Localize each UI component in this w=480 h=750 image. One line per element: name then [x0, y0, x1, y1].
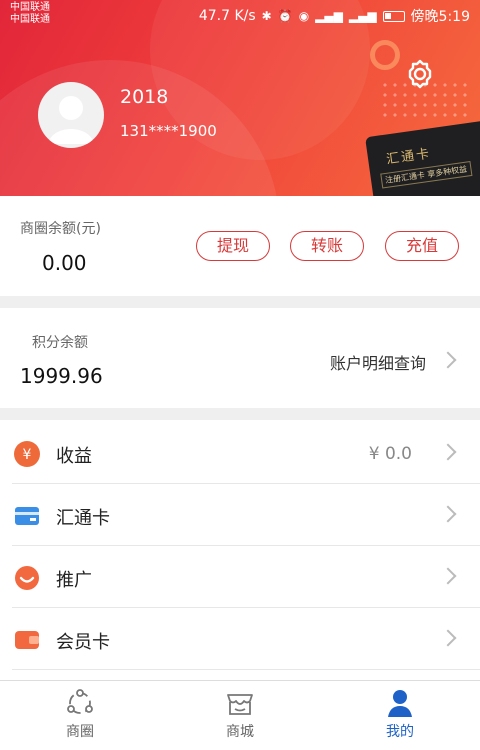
menu-item-label: 汇通卡: [56, 508, 110, 529]
status-bar: 中国联通 中国联通 47.7 K/s ✱ ⏰ ◉ ▂▄▆ ▂▄▆ 傍晚5:19: [0, 0, 480, 30]
avatar[interactable]: [38, 82, 104, 148]
points-label: 积分余额: [32, 335, 88, 351]
tab-business-circle[interactable]: 商圈: [0, 681, 160, 750]
tab-label: 我的: [386, 724, 414, 740]
balance-section: 商圈余额(元) 0.00 提现 转账 充值: [0, 196, 480, 296]
person-icon: [388, 690, 412, 717]
menu-item-promote[interactable]: 推广: [0, 546, 480, 608]
store-icon: [227, 694, 253, 715]
account-detail-link[interactable]: 账户明细查询: [330, 350, 426, 374]
menu-item-label: 会员卡: [56, 632, 110, 653]
signal-icon: ▂▄▆: [348, 9, 377, 23]
menu-item-label: 收益: [56, 446, 92, 467]
bluetooth-icon: ✱: [261, 9, 272, 23]
points-value: 1999.96: [20, 364, 103, 388]
balance-label: 商圈余额(元): [20, 221, 101, 237]
signal-icon: ▂▄▆: [315, 9, 343, 23]
carrier-2: 中国联通: [10, 14, 50, 25]
tab-mall[interactable]: 商城: [160, 681, 320, 750]
yen-icon: ¥: [14, 441, 40, 467]
promote-icon: [15, 566, 39, 590]
chevron-right-icon: [439, 351, 457, 369]
earnings-value: ¥ 0.0: [368, 444, 412, 464]
promo-card[interactable]: 汇通卡 注册汇通卡 享多种权益: [365, 119, 480, 196]
transfer-button[interactable]: 转账: [290, 231, 364, 261]
menu-item-huitong-card[interactable]: 汇通卡: [0, 484, 480, 546]
points-section[interactable]: 积分余额 1999.96 账户明细查询: [0, 308, 480, 408]
network-speed: 47.7 K/s: [198, 8, 256, 24]
carrier-info: 中国联通 中国联通: [10, 2, 50, 26]
recharge-button[interactable]: 充值: [385, 231, 459, 261]
tab-mine[interactable]: 我的: [320, 681, 480, 750]
clock: 傍晚5:19: [410, 9, 470, 25]
menu-list: ¥ 收益 ¥ 0.0 汇通卡 推广 会员卡: [0, 420, 480, 680]
svg-text:¥: ¥: [23, 447, 32, 463]
tab-label: 商圈: [66, 724, 94, 740]
chevron-right-icon: [439, 443, 457, 461]
promo-card-title: 汇通卡: [385, 146, 433, 168]
battery-icon: [382, 10, 405, 22]
chevron-right-icon: [439, 505, 457, 523]
tab-label: 商城: [226, 724, 254, 740]
network-icon: [67, 689, 93, 714]
bottom-tab-bar: 商圈 商城 我的: [0, 680, 480, 750]
menu-item-earnings[interactable]: ¥ 收益 ¥ 0.0: [0, 422, 480, 484]
alarm-icon: ⏰: [277, 9, 293, 23]
card-icon: [15, 507, 39, 525]
username: 2018: [120, 86, 169, 108]
wallet-icon: [15, 631, 39, 649]
profile-header: 中国联通 中国联通 47.7 K/s ✱ ⏰ ◉ ▂▄▆ ▂▄▆ 傍晚5:19 …: [0, 0, 480, 196]
eye-icon: ◉: [298, 9, 310, 23]
menu-item-label: 推广: [56, 570, 92, 591]
menu-item-member-card[interactable]: 会员卡: [0, 608, 480, 670]
chevron-right-icon: [439, 629, 457, 647]
phone-number: 131****1900: [120, 122, 217, 140]
withdraw-button[interactable]: 提现: [196, 231, 270, 261]
carrier-1: 中国联通: [10, 2, 50, 13]
balance-value: 0.00: [42, 251, 87, 275]
chevron-right-icon: [439, 567, 457, 585]
settings-gear-icon[interactable]: [404, 58, 436, 90]
avatar-placeholder-icon: [48, 96, 94, 144]
